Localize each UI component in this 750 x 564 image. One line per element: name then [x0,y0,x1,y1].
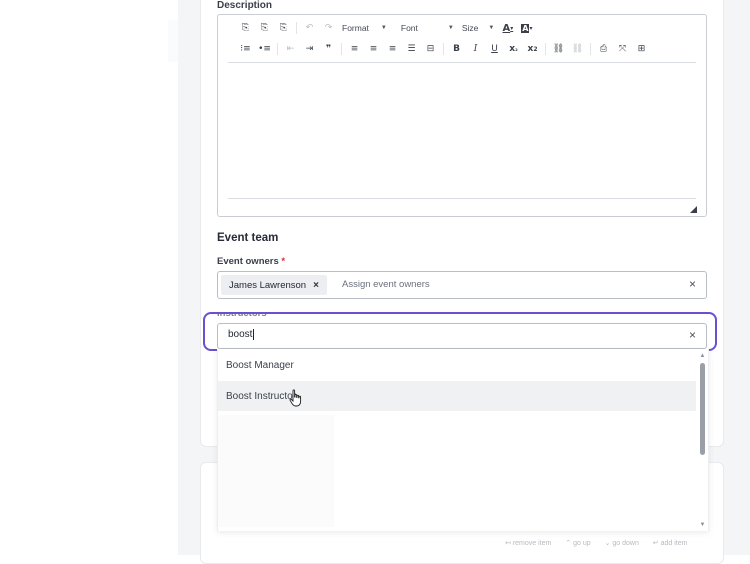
toolbar-separator [277,43,278,55]
indent-icon[interactable]: ⇥ [303,42,317,56]
undo-icon[interactable]: ↶ [303,21,317,35]
toolbar-separator [341,43,342,55]
table-icon[interactable]: ⊞ [635,42,649,56]
toolbar-separator [296,22,297,34]
hint-go-up: ⌃ go up [565,540,591,547]
keyboard-hints: ↤ remove item ⌃ go up ⌄ go down ↵ add it… [505,539,699,547]
editor-footer-divider [228,198,696,199]
align-right-icon[interactable]: ≡ [386,42,400,56]
editor-toolbar-divider [228,62,696,63]
paste-text-icon[interactable]: ⎘ [258,21,272,35]
dropdown-scrollbar[interactable]: ▲ ▼ [699,353,706,528]
align-center-icon[interactable]: ≡ [367,42,381,56]
dropdown-option-boost-manager[interactable]: Boost Manager [218,350,696,380]
underline-icon[interactable]: U [488,42,502,56]
blockquote-icon[interactable]: ❞ [322,42,336,56]
instructors-dropdown-list: Boost Manager Boost Instructor ▲ ▼ [217,349,709,531]
remove-owner-icon[interactable]: × [313,280,319,291]
editor-toolbar-row-2: ⁝≡ •≡ ⇤ ⇥ ❞ ≡ ≡ ≡ ☰ ⊟ B I U x₂ x2 ⛓ ⛓ ⎙ … [236,40,651,58]
description-label: Description [217,0,273,11]
paste-word-icon[interactable]: ⎘ [277,21,291,35]
owners-placeholder: Assign event owners [342,279,430,290]
required-asterisk: * [281,256,286,267]
format-dropdown[interactable]: Format ▼ [342,23,387,33]
event-owners-field[interactable]: James Lawrenson × Assign event owners × [217,271,707,299]
scroll-up-icon[interactable]: ▲ [699,353,706,359]
redo-icon[interactable]: ↷ [322,21,336,35]
toolbar-separator [545,43,546,55]
resize-grip-icon[interactable] [690,206,697,213]
instructors-focus-ring [203,312,717,351]
event-team-heading: Event team [217,232,279,244]
background-color-button[interactable]: A ▾ [520,21,534,35]
paste-icon[interactable]: ⎘ [239,21,253,35]
toolbar-separator [443,43,444,55]
hint-go-down: ⌄ go down [604,540,639,547]
horizontal-rule-icon[interactable]: ⊟ [424,42,438,56]
event-owners-label: Event owners * [217,256,286,267]
preview-icon[interactable]: ⎙ [597,42,611,56]
rich-text-editor[interactable]: ⎘ ⎘ ⎘ ↶ ↷ Format ▼ Font ▼ Size ▼ A ▾ A ▾ ⁝≡ •… [217,14,707,217]
align-justify-icon[interactable]: ☰ [405,42,419,56]
scroll-down-icon[interactable]: ▼ [699,522,706,528]
link-icon[interactable]: ⛓ [552,42,566,56]
align-left-icon[interactable]: ≡ [348,42,362,56]
text-color-button[interactable]: A ▾ [501,21,515,35]
size-dropdown[interactable]: Size ▼ [462,23,495,33]
owner-chip-label: James Lawrenson [229,279,307,291]
font-dropdown[interactable]: Font ▼ [401,23,454,33]
toolbar-separator [590,43,591,55]
hand-cursor-icon [289,389,302,407]
clear-owners-icon[interactable]: × [689,277,696,291]
left-blank-area [0,0,178,555]
numbered-list-icon[interactable]: ⁝≡ [239,42,253,56]
hint-add-item: ↵ add item [652,540,688,547]
italic-icon[interactable]: I [469,42,483,56]
subscript-icon[interactable]: x₂ [507,42,521,56]
editor-toolbar-row-1: ⎘ ⎘ ⎘ ↶ ↷ Format ▼ Font ▼ Size ▼ A ▾ A ▾ [236,19,536,37]
bold-icon[interactable]: B [450,42,464,56]
superscript-icon[interactable]: x2 [526,42,540,56]
bulleted-list-icon[interactable]: •≡ [258,42,272,56]
hint-remove-item: ↤ remove item [505,540,552,547]
fullscreen-icon[interactable]: ⤧ [616,42,630,56]
dropdown-empty-area [218,415,334,527]
owner-chip: James Lawrenson × [221,275,327,295]
scrollbar-thumb[interactable] [700,363,705,455]
outdent-icon[interactable]: ⇤ [284,42,298,56]
unlink-icon[interactable]: ⛓ [571,42,585,56]
